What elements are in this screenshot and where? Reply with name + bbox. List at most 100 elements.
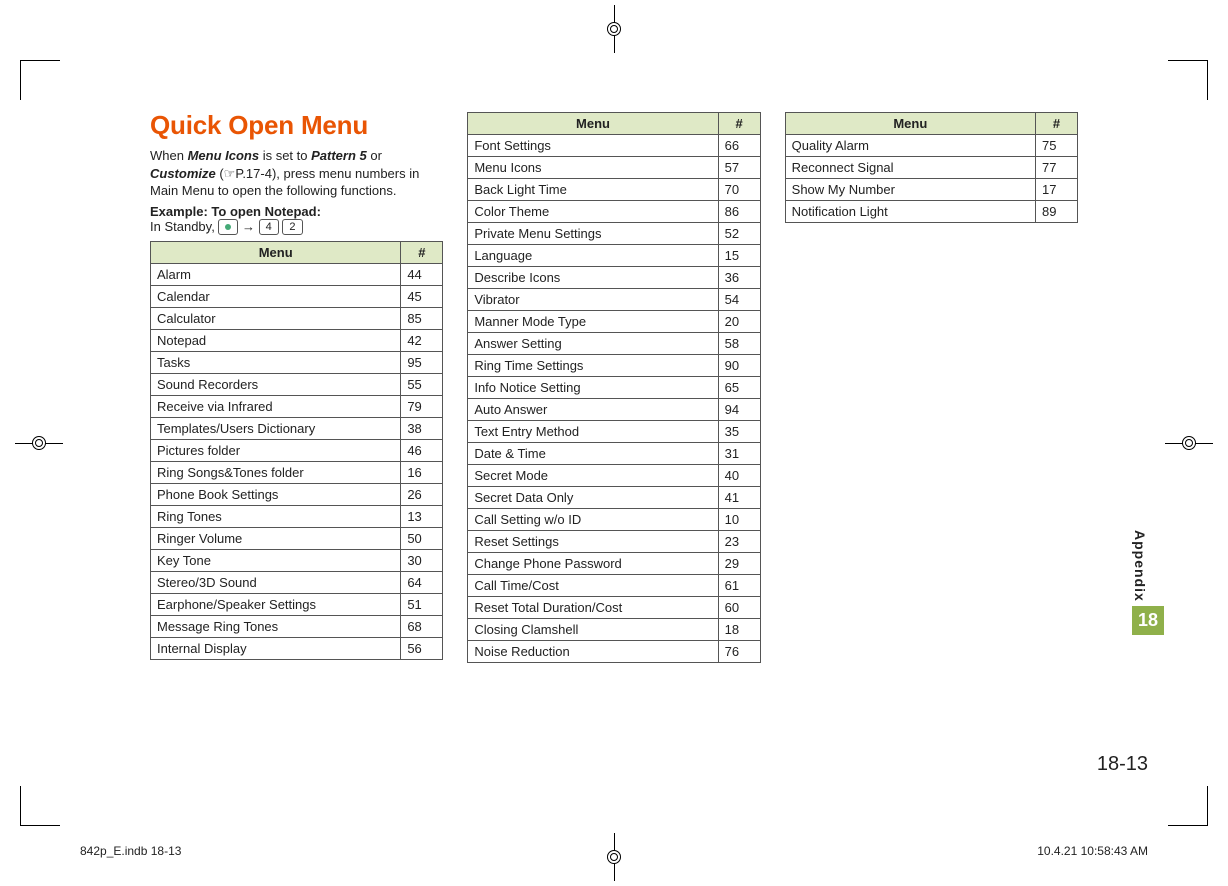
- col-header-menu: Menu: [468, 113, 718, 135]
- hash-cell: 18: [718, 619, 760, 641]
- hash-cell: 65: [718, 377, 760, 399]
- intro-text: When Menu Icons is set to Pattern 5 or C…: [150, 147, 443, 200]
- menu-table-3: Menu # Quality Alarm75Reconnect Signal77…: [785, 112, 1078, 223]
- registration-mark: [598, 25, 630, 33]
- col-header-hash: #: [718, 113, 760, 135]
- table-row: Secret Mode40: [468, 465, 760, 487]
- hash-cell: 52: [718, 223, 760, 245]
- table-row: Language15: [468, 245, 760, 267]
- menu-cell: Noise Reduction: [468, 641, 718, 663]
- table-row: Quality Alarm75: [785, 135, 1077, 157]
- menu-cell: Answer Setting: [468, 333, 718, 355]
- table-row: Ring Time Settings90: [468, 355, 760, 377]
- table-row: Back Light Time70: [468, 179, 760, 201]
- menu-cell: Secret Data Only: [468, 487, 718, 509]
- hash-cell: 64: [401, 572, 443, 594]
- hash-cell: 77: [1035, 157, 1077, 179]
- hash-cell: 42: [401, 330, 443, 352]
- menu-cell: Phone Book Settings: [151, 484, 401, 506]
- hash-cell: 45: [401, 286, 443, 308]
- col-header-menu: Menu: [151, 242, 401, 264]
- table-row: Change Phone Password29: [468, 553, 760, 575]
- menu-cell: Vibrator: [468, 289, 718, 311]
- table-row: Calculator85: [151, 308, 443, 330]
- menu-cell: Menu Icons: [468, 157, 718, 179]
- menu-cell: Color Theme: [468, 201, 718, 223]
- emph-pattern-5: Pattern 5: [311, 148, 367, 163]
- menu-cell: Internal Display: [151, 638, 401, 660]
- crop-mark: [20, 786, 60, 826]
- footer-left: 842p_E.indb 18-13: [80, 844, 181, 858]
- hash-cell: 94: [718, 399, 760, 421]
- menu-cell: Manner Mode Type: [468, 311, 718, 333]
- menu-cell: Call Setting w/o ID: [468, 509, 718, 531]
- menu-cell: Ring Time Settings: [468, 355, 718, 377]
- menu-cell: Templates/Users Dictionary: [151, 418, 401, 440]
- menu-cell: Secret Mode: [468, 465, 718, 487]
- hash-cell: 90: [718, 355, 760, 377]
- menu-cell: Calendar: [151, 286, 401, 308]
- column-1: Quick Open Menu When Menu Icons is set t…: [150, 110, 443, 776]
- intro-part: When: [150, 148, 188, 163]
- hash-cell: 31: [718, 443, 760, 465]
- menu-cell: Quality Alarm: [785, 135, 1035, 157]
- menu-cell: Tasks: [151, 352, 401, 374]
- num-key-4: 4: [259, 219, 279, 235]
- table-row: Reconnect Signal77: [785, 157, 1077, 179]
- table-row: Receive via Infrared79: [151, 396, 443, 418]
- menu-cell: Auto Answer: [468, 399, 718, 421]
- table-row: Answer Setting58: [468, 333, 760, 355]
- hash-cell: 95: [401, 352, 443, 374]
- hash-cell: 68: [401, 616, 443, 638]
- emph-menu-icons: Menu Icons: [188, 148, 260, 163]
- table-row: Show My Number17: [785, 179, 1077, 201]
- column-2: Menu # Font Settings66Menu Icons57Back L…: [467, 110, 760, 776]
- col-header-menu: Menu: [785, 113, 1035, 135]
- menu-cell: Alarm: [151, 264, 401, 286]
- menu-cell: Calculator: [151, 308, 401, 330]
- menu-cell: Key Tone: [151, 550, 401, 572]
- col-header-hash: #: [1035, 113, 1077, 135]
- hash-cell: 76: [718, 641, 760, 663]
- menu-cell: Back Light Time: [468, 179, 718, 201]
- page-title: Quick Open Menu: [150, 110, 443, 141]
- table-row: Date & Time31: [468, 443, 760, 465]
- table-row: Closing Clamshell18: [468, 619, 760, 641]
- hash-cell: 57: [718, 157, 760, 179]
- menu-cell: Earphone/Speaker Settings: [151, 594, 401, 616]
- menu-cell: Info Notice Setting: [468, 377, 718, 399]
- hash-cell: 17: [1035, 179, 1077, 201]
- example-label: Example: To open Notepad:: [150, 204, 443, 219]
- table-row: Phone Book Settings26: [151, 484, 443, 506]
- table-row: Notification Light89: [785, 201, 1077, 223]
- hash-cell: 50: [401, 528, 443, 550]
- hash-cell: 86: [718, 201, 760, 223]
- registration-mark: [35, 427, 43, 459]
- table-row: Text Entry Method35: [468, 421, 760, 443]
- menu-cell: Notepad: [151, 330, 401, 352]
- hash-cell: 46: [401, 440, 443, 462]
- table-row: Templates/Users Dictionary38: [151, 418, 443, 440]
- table-row: Color Theme86: [468, 201, 760, 223]
- hash-cell: 51: [401, 594, 443, 616]
- table-row: Call Setting w/o ID10: [468, 509, 760, 531]
- menu-table-2: Menu # Font Settings66Menu Icons57Back L…: [467, 112, 760, 663]
- hash-cell: 55: [401, 374, 443, 396]
- table-row: Private Menu Settings52: [468, 223, 760, 245]
- menu-cell: Ringer Volume: [151, 528, 401, 550]
- column-3: Menu # Quality Alarm75Reconnect Signal77…: [785, 110, 1078, 776]
- table-row: Reset Settings23: [468, 531, 760, 553]
- standby-pre: In Standby,: [150, 219, 218, 234]
- registration-mark: [598, 853, 630, 861]
- table-row: Internal Display56: [151, 638, 443, 660]
- emph-customize: Customize: [150, 166, 216, 181]
- hash-cell: 58: [718, 333, 760, 355]
- hash-cell: 56: [401, 638, 443, 660]
- menu-cell: Closing Clamshell: [468, 619, 718, 641]
- col-header-hash: #: [401, 242, 443, 264]
- table-row: Auto Answer94: [468, 399, 760, 421]
- table-row: Alarm44: [151, 264, 443, 286]
- table-row: Notepad42: [151, 330, 443, 352]
- crop-mark: [1168, 60, 1208, 100]
- hash-cell: 23: [718, 531, 760, 553]
